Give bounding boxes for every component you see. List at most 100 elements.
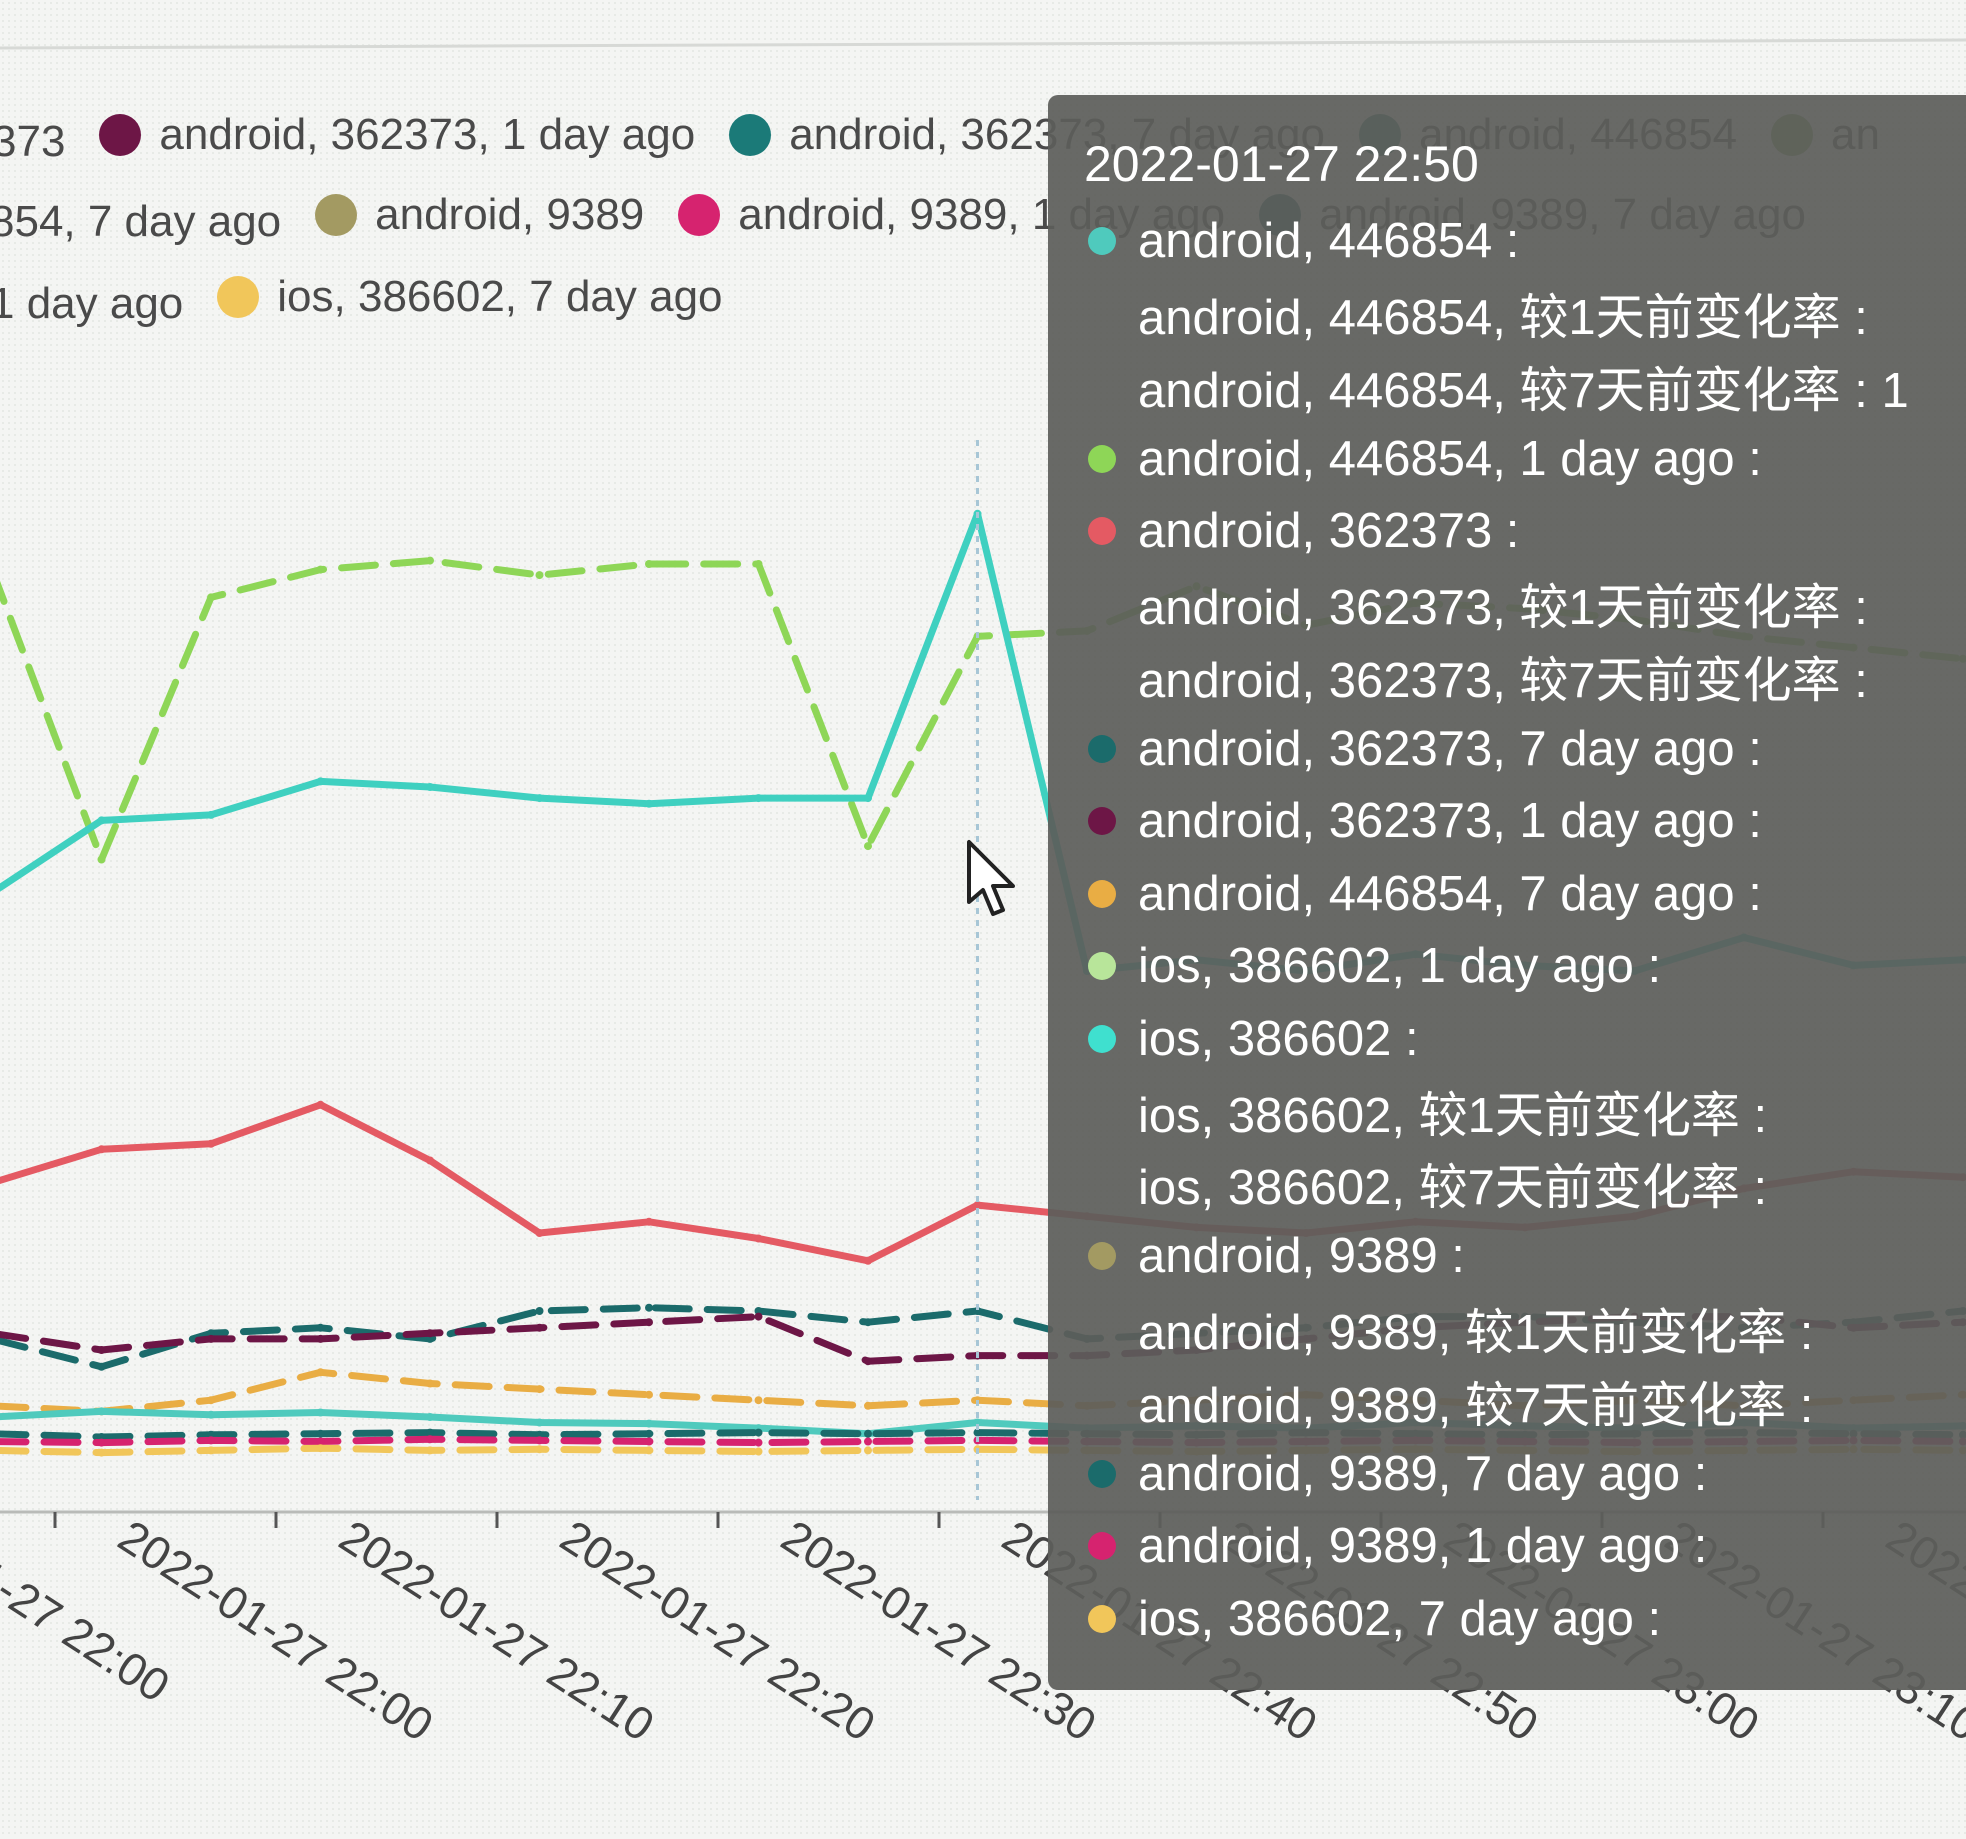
tooltip-dot-icon [1088, 1242, 1116, 1270]
series-point[interactable] [316, 565, 325, 574]
tooltip-row-label: android, 9389, 较1天前变化率 : [1138, 1306, 1814, 1360]
legend-item[interactable]: android, 9389 [315, 190, 644, 240]
tooltip-row: android, 446854, 7 day ago : [1088, 858, 1762, 930]
series-point[interactable] [426, 1156, 434, 1165]
series-point[interactable] [535, 1385, 544, 1394]
series-point[interactable] [864, 1318, 872, 1327]
series-point[interactable] [97, 1362, 106, 1371]
series-point[interactable] [864, 794, 872, 803]
series-point[interactable] [754, 1396, 763, 1405]
series-point[interactable] [535, 1418, 544, 1427]
series-point[interactable] [535, 794, 544, 803]
series-point[interactable] [535, 1323, 544, 1332]
tooltip-dot-icon [1088, 517, 1116, 545]
series-point[interactable] [426, 556, 434, 565]
series-point[interactable] [754, 560, 763, 568]
series-point[interactable] [316, 777, 325, 786]
series-point[interactable] [207, 1334, 215, 1343]
series-point[interactable] [864, 842, 872, 851]
tooltip-row: android, 362373, 较7天前变化率 : [1088, 640, 1868, 712]
legend-item[interactable]: 373 [0, 117, 65, 167]
series-point[interactable] [207, 810, 215, 819]
tooltip-row: android, 446854 : [1088, 205, 1519, 277]
series-point[interactable] [97, 1346, 106, 1354]
series-point[interactable] [426, 1435, 434, 1444]
tooltip-row: android, 362373, 较1天前变化率 : [1088, 568, 1868, 640]
chart-stage: 2022-01-27 22:00 2022-01-27 22:10 2022-01-… [0, 0, 1966, 1834]
series-point[interactable] [97, 855, 106, 864]
series-point[interactable] [973, 1201, 982, 1210]
legend-item[interactable]: android, 362373, 1 day ago [99, 110, 695, 160]
legend-label: android, 362373, 1 day ago [159, 110, 696, 159]
tooltip-title: 2022-01-27 22:50 [1084, 136, 1479, 192]
series-point[interactable] [316, 1429, 325, 1438]
series-point[interactable] [754, 1428, 763, 1437]
series-point[interactable] [754, 1438, 763, 1447]
series-point[interactable] [426, 1413, 434, 1421]
series-point[interactable] [207, 1139, 215, 1148]
series-point[interactable] [426, 1329, 434, 1338]
series-point[interactable] [645, 1429, 653, 1438]
tooltip-row-label: android, 446854, 较1天前变化率 : [1138, 291, 1868, 345]
series-point[interactable] [97, 1407, 106, 1416]
series-point[interactable] [645, 1217, 653, 1226]
tooltip-row: android, 9389, 较1天前变化率 : [1088, 1293, 1813, 1365]
series-point[interactable] [645, 1303, 653, 1312]
series-point[interactable] [645, 799, 653, 808]
tooltip-row-label: ios, 386602, 较1天前变化率 : [1138, 1088, 1768, 1143]
series-point[interactable] [754, 794, 763, 803]
series-point[interactable] [864, 1357, 872, 1366]
tooltip-row: android, 9389, 1 day ago : [1088, 1510, 1707, 1582]
tooltip-row: ios, 386602, 1 day ago : [1088, 930, 1661, 1002]
legend-item[interactable]: 1 day ago [0, 279, 183, 329]
legend-label: ios, 386602, 7 day ago [277, 272, 723, 321]
series-point[interactable] [97, 816, 106, 825]
series-point[interactable] [864, 1446, 872, 1455]
series-point[interactable] [754, 1447, 763, 1456]
series-point[interactable] [316, 1100, 325, 1109]
series-point[interactable] [754, 1234, 763, 1243]
series-point[interactable] [864, 1256, 872, 1265]
legend-label: android, 9389 [375, 190, 645, 239]
series-point[interactable] [97, 1438, 106, 1447]
series-point[interactable] [645, 1390, 653, 1399]
tooltip-row: ios, 386602, 较1天前变化率 : [1088, 1075, 1767, 1147]
tooltip-row-label: android, 446854, 1 day ago : [1138, 431, 1762, 486]
legend-item[interactable]: 854, 7 day ago [0, 197, 281, 247]
legend-label: 1 day ago [0, 279, 184, 328]
series-point[interactable] [207, 1446, 215, 1455]
series-point[interactable] [316, 1323, 325, 1332]
series-point[interactable] [316, 1334, 325, 1343]
series-point[interactable] [426, 1446, 434, 1455]
series-point[interactable] [535, 1229, 544, 1237]
series-point[interactable] [535, 1445, 544, 1454]
series-point[interactable] [754, 1312, 763, 1321]
series-point[interactable] [207, 1410, 215, 1419]
series-point[interactable] [97, 1448, 106, 1457]
series-point[interactable] [207, 1436, 215, 1445]
series-point[interactable] [535, 1307, 544, 1315]
series-point[interactable] [535, 1436, 544, 1445]
series-point[interactable] [645, 1419, 653, 1428]
series-point[interactable] [207, 1396, 215, 1405]
series-point[interactable] [864, 1401, 872, 1410]
series-point[interactable] [207, 593, 215, 602]
series-point[interactable] [645, 560, 653, 568]
series-point[interactable] [97, 1145, 106, 1154]
tooltip-row: android, 9389, 较7天前变化率 : [1088, 1365, 1813, 1437]
series-point[interactable] [316, 1368, 325, 1377]
series-point[interactable] [645, 1437, 653, 1446]
legend-item[interactable]: ios, 386602, 7 day ago [217, 272, 723, 322]
series-point[interactable] [316, 1408, 325, 1417]
series-point[interactable] [316, 1444, 325, 1453]
series-point[interactable] [426, 1379, 434, 1388]
mouse-cursor-icon [967, 840, 1015, 916]
series-point[interactable] [864, 1437, 872, 1446]
series-point[interactable] [426, 783, 434, 791]
tooltip-row-label: android, 446854, 7 day ago : [1138, 866, 1762, 921]
tooltip-row-label: android, 9389, 较7天前变化率 : [1138, 1378, 1814, 1433]
series-point[interactable] [864, 1429, 872, 1438]
series-point[interactable] [645, 1446, 653, 1455]
series-point[interactable] [645, 1318, 653, 1327]
series-point[interactable] [535, 571, 544, 580]
